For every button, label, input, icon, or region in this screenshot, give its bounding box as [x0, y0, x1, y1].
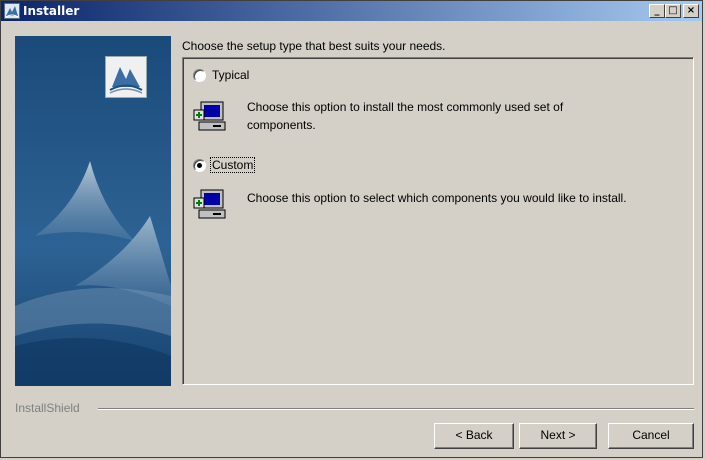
- installshield-logo: [105, 56, 147, 98]
- back-button[interactable]: < Back: [434, 423, 514, 449]
- computer-setup-icon: [193, 101, 226, 131]
- cancel-button[interactable]: Cancel: [608, 423, 694, 449]
- close-button[interactable]: ×: [683, 4, 699, 18]
- typical-label[interactable]: Typical: [212, 68, 249, 82]
- typical-description-line2: components.: [247, 118, 316, 132]
- minimize-button[interactable]: _: [649, 4, 665, 18]
- page-heading: Choose the setup type that best suits yo…: [182, 39, 446, 53]
- radio-selected-dot: [197, 163, 202, 168]
- maximize-icon: □: [668, 5, 678, 16]
- title-bar[interactable]: Installer _ □ ×: [1, 1, 702, 21]
- computer-setup-icon: [193, 189, 226, 219]
- installshield-brand-label: InstallShield: [15, 401, 80, 415]
- next-button[interactable]: Next >: [519, 423, 597, 449]
- window-title: Installer: [23, 4, 80, 18]
- minimize-icon: _: [654, 5, 660, 16]
- installer-app-icon: [4, 3, 20, 19]
- installer-window: Installer _ □ × Choose the setup type th…: [0, 0, 703, 458]
- custom-description: Choose this option to select which compo…: [247, 191, 627, 205]
- footer-divider: [98, 408, 694, 410]
- typical-radio[interactable]: [193, 69, 206, 82]
- custom-label[interactable]: Custom: [209, 157, 256, 173]
- typical-description-line1: Choose this option to install the most c…: [247, 100, 564, 114]
- custom-radio[interactable]: [193, 159, 206, 172]
- close-icon: ×: [686, 5, 696, 16]
- banner-graphic: [15, 36, 171, 386]
- side-banner: [15, 36, 171, 386]
- maximize-button[interactable]: □: [665, 4, 681, 18]
- setup-type-panel: Typical Choose this option to install th…: [182, 57, 694, 385]
